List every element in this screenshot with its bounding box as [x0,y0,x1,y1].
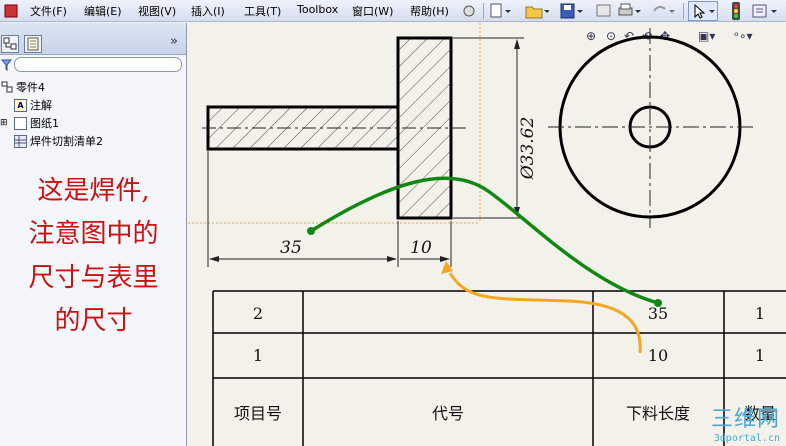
menu-help[interactable]: 帮助(H) [410,3,449,19]
collapse-panel-icon[interactable]: » [170,34,178,49]
panel-tab-strip: » [0,23,186,55]
watermark-logo: 三维网 [710,407,780,432]
dim-10-label: 10 [410,238,432,258]
orange-arrow [441,261,642,354]
tree-item-part[interactable]: 零件4 [0,79,45,95]
feature-manager-panel: » 零件4 A 注解 ⊞ 图纸1 焊件切割清单2 这是焊件, 注意图中的 尺寸与… [0,23,187,446]
property-manager-tab-icon[interactable] [24,35,42,53]
note-line-2: 注意图中的 [28,219,159,249]
app-logo-icon[interactable] [2,1,20,21]
undo-icon[interactable] [650,1,676,21]
cut-list-table[interactable]: 2 35 1 1 10 1 项目号 代号 下料长度 数量 [212,290,786,446]
menu-toolbox[interactable]: Toolbox [297,3,338,16]
note-line-4: 的尺寸 [54,306,133,336]
note-line-1: 这是焊件, [37,176,150,206]
tree-item-cutlist-label: 焊件切割清单2 [30,135,103,148]
annotation-icon: A [14,98,27,112]
filter-input[interactable] [14,57,182,72]
options-icon[interactable] [750,1,782,21]
open-folder-icon[interactable] [524,1,550,21]
sheet-icon [14,116,27,130]
row2-length: 10 [648,346,668,365]
drawing-svg: Ø33.62 35 10 2 35 1 1 10 1 项目号 代号 下料长度 数… [188,23,786,446]
drawing-canvas[interactable]: ⊕ ⊙ ↶ ⟲ ✥ ▣▾ ᵒ∘▾ Ø33.62 35 10 2 35 1 1 1… [188,23,786,446]
traffic-light-icon[interactable] [728,1,744,21]
tree-item-part-label: 零件4 [16,81,45,94]
watermark: 三维网 3dportal.cn [711,401,780,444]
select-pointer-icon[interactable] [688,1,718,21]
tree-item-cutlist[interactable]: 焊件切割清单2 [14,133,103,149]
cutlist-table-icon [14,134,27,148]
tree-item-annotations-label: 注解 [30,99,52,112]
tree-item-sheet-label: 图纸1 [30,117,59,130]
menu-file[interactable]: 文件(F) [30,3,67,19]
menu-bar: 文件(F) 编辑(E) 视图(V) 插入(I) 工具(T) Toolbox 窗口… [0,0,786,22]
tree-item-annotations[interactable]: A 注解 [14,97,52,113]
watermark-url: 3dportal.cn [713,433,780,444]
dim-35-label: 35 [280,238,302,258]
header-item: 项目号 [234,404,282,423]
row1-qty: 1 [755,304,765,323]
row2-qty: 1 [755,346,765,365]
green-annotation-curve [307,176,662,307]
save-icon[interactable] [558,1,584,21]
row2-item: 1 [253,346,263,365]
diameter-label: Ø33.62 [518,117,538,181]
note-line-3: 尺寸与表里 [28,263,159,293]
row1-item: 2 [253,304,263,323]
filter-row [0,56,186,74]
side-view[interactable] [548,28,753,228]
header-code: 代号 [432,404,464,423]
expand-icon[interactable]: ⊞ [0,118,10,128]
part-icon [0,81,13,94]
menu-insert[interactable]: 插入(I) [191,3,225,19]
length-dimension-10[interactable]: 10 [400,221,452,267]
tree-item-sheet[interactable]: ⊞ 图纸1 [0,115,59,131]
print-icon[interactable] [616,1,642,21]
feature-tree-tab-icon[interactable] [1,35,19,53]
pin-icon[interactable] [460,1,478,21]
menu-view[interactable]: 视图(V) [138,3,176,19]
filter-icon[interactable] [1,58,13,72]
length-dimension-35[interactable]: 35 [207,151,399,267]
menu-edit[interactable]: 编辑(E) [84,3,122,19]
app-window: 文件(F) 编辑(E) 视图(V) 插入(I) 工具(T) Toolbox 窗口… [0,0,786,446]
menu-tools[interactable]: 工具(T) [244,3,281,19]
header-length: 下料长度 [626,404,690,423]
new-document-icon[interactable] [488,1,512,21]
menu-window[interactable]: 窗口(W) [352,3,393,19]
print-preview-icon[interactable] [594,1,614,21]
